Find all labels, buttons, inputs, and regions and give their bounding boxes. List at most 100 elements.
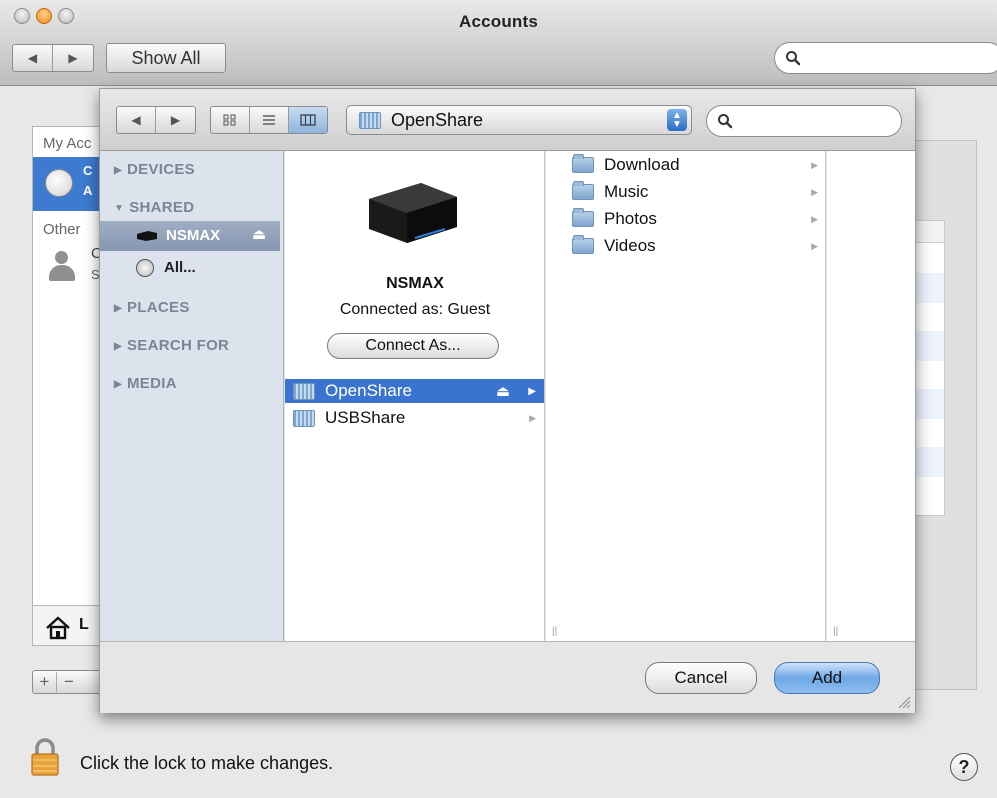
empty-column: || bbox=[827, 151, 915, 641]
share-row-usbshare[interactable]: USBShare ▶ bbox=[285, 406, 544, 430]
lock-bar: Click the lock to make changes. ? bbox=[0, 725, 997, 798]
connect-sheet: ◀ ▶ OpenShare ▲ ▼ ▶ DEVICES ▼ SHARED NSM… bbox=[99, 88, 916, 713]
back-button[interactable]: ◀ bbox=[13, 45, 53, 71]
back-forward-control: ◀ ▶ bbox=[12, 44, 94, 72]
disclosure-triangle-open-icon: ▼ bbox=[114, 203, 125, 214]
folder-row-download[interactable]: Download ▶ bbox=[546, 153, 826, 177]
prefs-search-input[interactable] bbox=[807, 50, 987, 66]
eject-icon[interactable]: ⏏ bbox=[496, 382, 510, 400]
disclosure-triangle-icon: ▶ bbox=[114, 341, 122, 352]
show-all-button[interactable]: Show All bbox=[106, 43, 226, 73]
folder-label: Download bbox=[604, 155, 680, 174]
nas-device-icon bbox=[137, 231, 157, 241]
path-popup[interactable]: OpenShare ▲ ▼ bbox=[346, 105, 692, 135]
magnifier-icon bbox=[786, 51, 801, 66]
server-column: NSMAX Connected as: Guest Connect As... … bbox=[285, 151, 545, 641]
folder-icon bbox=[572, 181, 594, 200]
popup-stepper-icon: ▲ ▼ bbox=[667, 109, 687, 131]
folder-row-videos[interactable]: Videos ▶ bbox=[546, 234, 826, 258]
share-row-openshare[interactable]: OpenShare ⏏ ▶ bbox=[285, 379, 544, 403]
path-popup-label: OpenShare bbox=[391, 109, 484, 130]
share-label: OpenShare bbox=[325, 381, 412, 400]
folder-label: Music bbox=[604, 182, 649, 201]
column-view-button[interactable] bbox=[289, 107, 327, 133]
window-title: Accounts bbox=[458, 12, 539, 31]
devices-label: DEVICES bbox=[127, 161, 195, 178]
add-button[interactable]: Add bbox=[774, 662, 880, 694]
add-remove-control: + − bbox=[32, 670, 102, 694]
folder-label: Photos bbox=[604, 209, 657, 228]
sidebar-item-nsmax[interactable]: NSMAX ⏏ bbox=[100, 221, 280, 251]
list-view-icon bbox=[263, 115, 275, 125]
column-resize-handle[interactable]: || bbox=[552, 626, 557, 637]
back-arrow-icon: ◀ bbox=[27, 51, 38, 65]
sheet-back-forward: ◀ ▶ bbox=[116, 106, 196, 134]
chevron-right-icon: ▶ bbox=[811, 213, 818, 224]
forward-button[interactable]: ▶ bbox=[53, 45, 93, 71]
back-arrow-icon: ◀ bbox=[131, 113, 141, 127]
list-view-button[interactable] bbox=[250, 107, 289, 133]
selected-account-row[interactable]: C A bbox=[33, 157, 101, 211]
user-silhouette-icon bbox=[47, 249, 77, 285]
login-options-fragment: L bbox=[79, 616, 89, 633]
forward-arrow-icon: ▶ bbox=[170, 113, 181, 127]
media-section[interactable]: ▶ MEDIA bbox=[114, 375, 177, 392]
places-section[interactable]: ▶ PLACES bbox=[114, 299, 190, 316]
help-button[interactable]: ? bbox=[950, 753, 978, 781]
sidebar-item-all[interactable]: All... bbox=[100, 255, 280, 283]
title-bar: Accounts ◀ ▶ Show All bbox=[0, 0, 997, 86]
shared-section[interactable]: ▼ SHARED bbox=[114, 199, 194, 216]
cancel-button[interactable]: Cancel bbox=[645, 662, 757, 694]
nsmax-label: NSMAX bbox=[166, 227, 221, 244]
connect-as-button[interactable]: Connect As... bbox=[327, 333, 499, 359]
folder-row-music[interactable]: Music ▶ bbox=[546, 180, 826, 204]
remove-account-button[interactable]: − bbox=[57, 672, 81, 692]
sheet-search-input[interactable] bbox=[739, 113, 889, 129]
account-name-fragment: C bbox=[83, 163, 93, 178]
chevron-right-icon: ▶ bbox=[529, 412, 536, 423]
all-label: All... bbox=[164, 259, 196, 276]
view-mode-control bbox=[210, 106, 328, 134]
add-account-button[interactable]: + bbox=[33, 672, 57, 692]
server-name: NSMAX bbox=[386, 275, 444, 292]
house-icon bbox=[46, 616, 70, 640]
source-list: ▶ DEVICES ▼ SHARED NSMAX ⏏ All... ▶ PLACES … bbox=[100, 151, 284, 641]
eject-icon[interactable]: ⏏ bbox=[252, 225, 266, 243]
sheet-search-field[interactable] bbox=[706, 105, 902, 137]
chevron-right-icon: ▶ bbox=[811, 159, 818, 170]
sheet-back-button[interactable]: ◀ bbox=[117, 107, 156, 133]
media-label: MEDIA bbox=[127, 375, 177, 392]
prefs-search-field[interactable] bbox=[774, 42, 997, 74]
resize-grip-icon[interactable] bbox=[897, 695, 911, 709]
search-for-section[interactable]: ▶ SEARCH FOR bbox=[114, 337, 229, 354]
magnifier-icon bbox=[718, 114, 733, 129]
folder-icon bbox=[572, 208, 594, 227]
lock-icon[interactable] bbox=[30, 737, 60, 777]
column-resize-handle[interactable]: || bbox=[833, 626, 838, 637]
chevron-right-icon: ▶ bbox=[811, 186, 818, 197]
folder-column: Download ▶ Music ▶ Photos ▶ Videos ▶ || bbox=[546, 151, 826, 641]
shared-label: SHARED bbox=[129, 199, 195, 216]
share-folder-icon bbox=[359, 111, 381, 129]
share-label: USBShare bbox=[325, 408, 406, 427]
other-accounts-header: Other bbox=[43, 221, 81, 238]
accounts-list: My Acc C A Other C S L bbox=[32, 126, 102, 646]
places-label: PLACES bbox=[127, 299, 190, 316]
folder-row-photos[interactable]: Photos ▶ bbox=[546, 207, 826, 231]
folder-icon bbox=[572, 154, 594, 173]
sheet-toolbar: ◀ ▶ OpenShare ▲ ▼ bbox=[100, 89, 915, 151]
chevron-right-icon: ▶ bbox=[811, 240, 818, 251]
my-accounts-header: My Acc bbox=[43, 135, 92, 152]
column-view-icon bbox=[300, 114, 316, 126]
login-options-row[interactable]: L bbox=[33, 605, 101, 645]
network-globe-icon bbox=[136, 259, 154, 277]
icon-view-button[interactable] bbox=[211, 107, 250, 133]
sheet-forward-button[interactable]: ▶ bbox=[156, 107, 195, 133]
baseball-avatar-icon bbox=[45, 169, 73, 197]
disclosure-triangle-icon: ▶ bbox=[114, 165, 122, 176]
folder-label: Videos bbox=[604, 236, 656, 255]
disclosure-triangle-icon: ▶ bbox=[114, 303, 122, 314]
nas-drive-image bbox=[369, 183, 457, 243]
devices-section[interactable]: ▶ DEVICES bbox=[114, 161, 195, 178]
search-for-label: SEARCH FOR bbox=[127, 337, 230, 354]
